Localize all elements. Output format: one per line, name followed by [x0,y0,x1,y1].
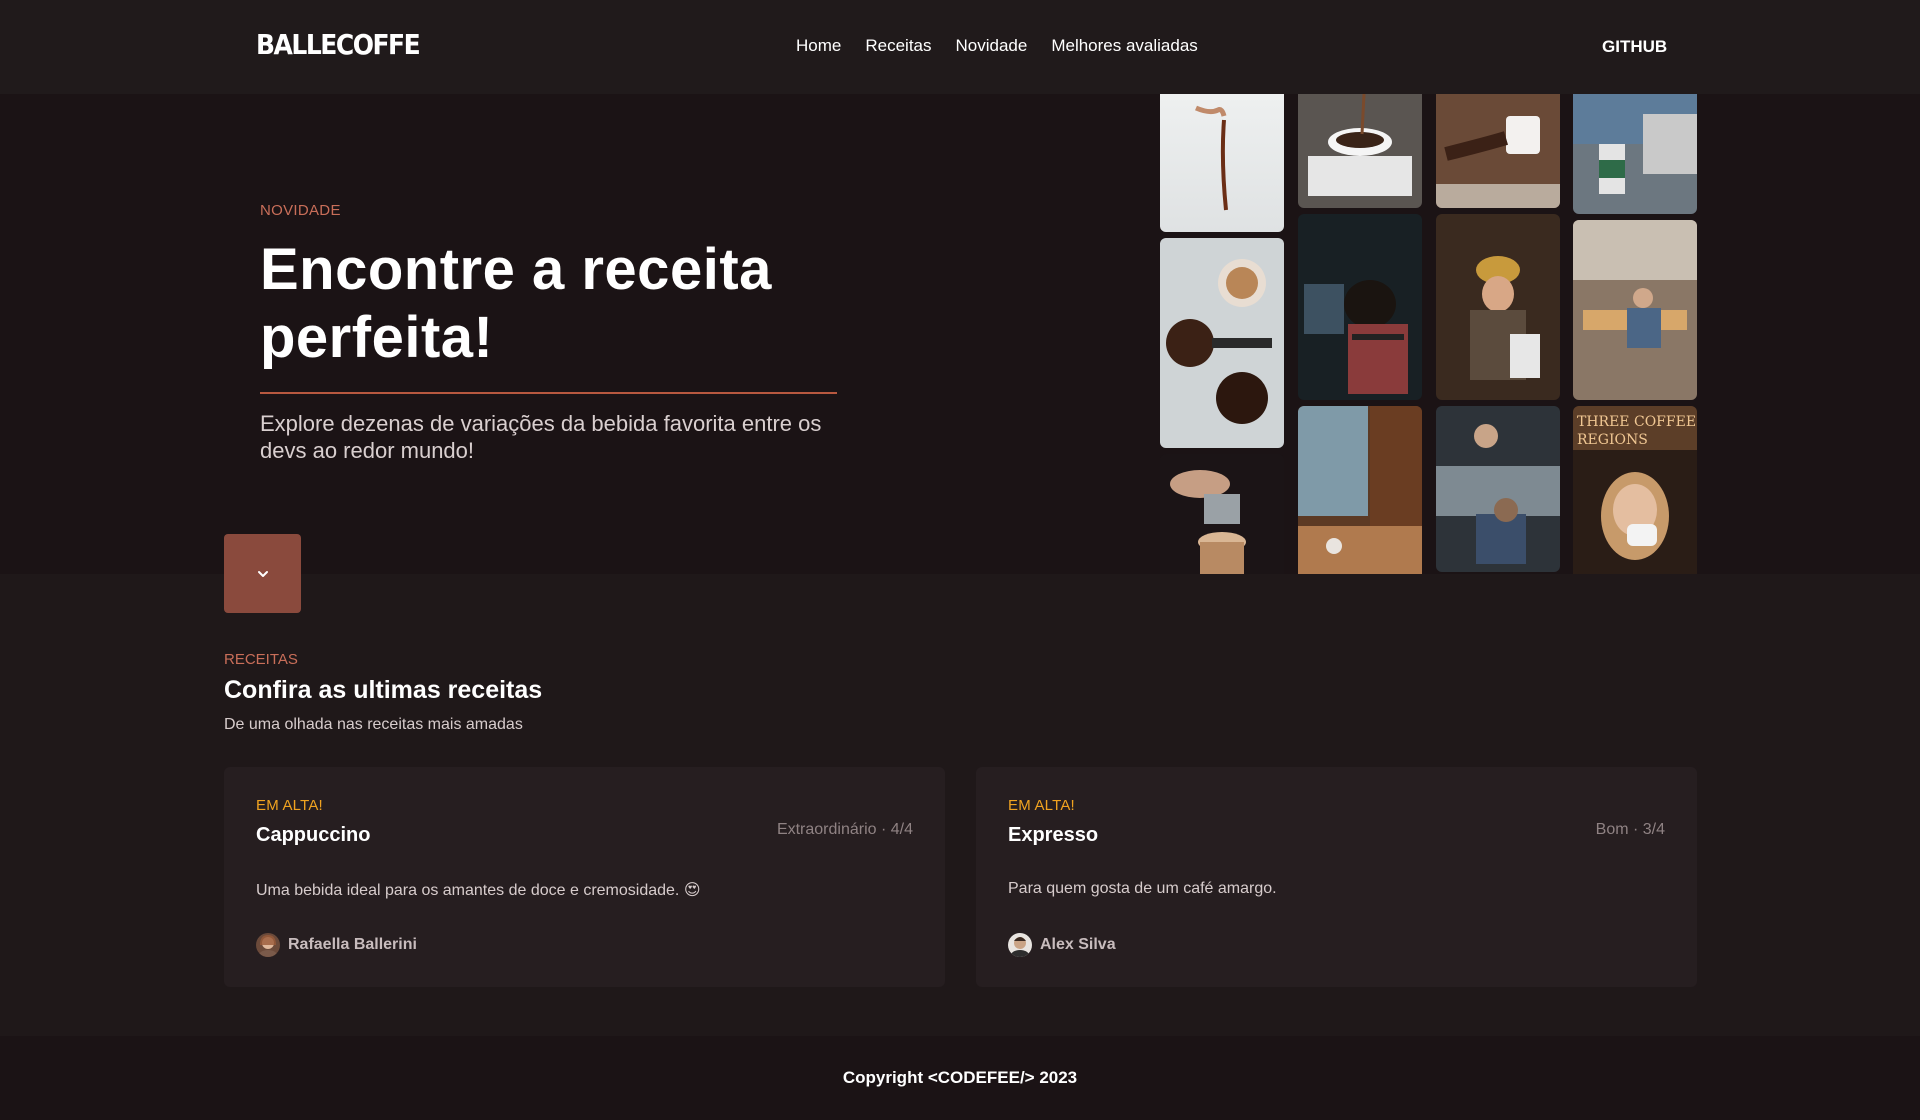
scroll-down-button[interactable] [224,534,301,613]
recipes-title: Confira as ultimas receitas [224,676,543,704]
hero-subtitle: Explore dezenas de variações da bebida f… [260,411,822,463]
copyright-text: Copyright <CODEFEE/> 2023 [842,1068,1078,1087]
photo-takeaway-cup [1573,94,1697,214]
recipe-author[interactable]: Alex Silva [1008,933,1116,957]
photo-cup-beans [1298,94,1422,208]
github-link[interactable]: GITHUB [1602,37,1667,57]
photo-coworking [1573,220,1697,400]
author-name: Alex Silva [1040,936,1116,953]
recipe-author[interactable]: Rafaella Ballerini [256,933,417,957]
hero-section: NOVIDADE Encontre a receita perfeita! Ex… [0,94,1920,574]
photo-coffee-shop-people [1436,406,1560,572]
photo-portafilters [1160,238,1284,448]
author-name: Rafaella Ballerini [288,936,417,953]
trending-badge: EM ALTA! [1008,797,1075,814]
svg-text:REGIONS: REGIONS [1577,432,1648,448]
photo-coffee-pour [1160,94,1284,232]
brand-logo[interactable]: BALLECOFFE [256,29,421,61]
nav-link-home[interactable]: Home [796,36,841,56]
photo-developer-laptop [1298,214,1422,400]
top-navbar: BALLECOFFE Home Receitas Novidade Melhor… [0,0,1920,94]
recipe-name[interactable]: Expresso [1008,824,1098,847]
recipes-kicker: RECEITAS [224,651,298,668]
main-nav: Home Receitas Novidade Melhores avaliada… [796,36,1198,56]
recipe-name[interactable]: Cappuccino [256,824,370,847]
photo-latte-pour [1160,454,1284,574]
nav-link-novidade[interactable]: Novidade [956,36,1028,56]
photo-woman-drinking: THREE COFFEE REGIONS [1573,406,1697,574]
recipes-subtitle: De uma olhada nas receitas mais amadas [224,716,523,733]
recipe-rating: Extraordinário · 4/4 [776,821,913,838]
nav-link-melhores-avaliadas[interactable]: Melhores avaliadas [1051,36,1197,56]
chevron-down-icon [257,570,268,577]
recipe-card-expresso[interactable]: EM ALTA! Expresso Bom · 3/4 Para quem go… [976,767,1697,987]
footer: Copyright <CODEFEE/> 2023 [0,1036,1920,1120]
recipe-rating: Bom · 3/4 [1595,821,1665,838]
hero-kicker: NOVIDADE [260,202,341,219]
nav-link-receitas[interactable]: Receitas [865,36,931,56]
hero-title: Encontre a receita perfeita! [260,237,772,370]
hero-divider [260,392,837,394]
avatar [256,933,280,957]
photo-barista [1436,214,1560,400]
recipe-description: Para quem gosta de um café amargo. [1008,880,1277,897]
recipe-description: Uma bebida ideal para os amantes de doce… [256,882,701,899]
recipe-card-cappuccino[interactable]: EM ALTA! Cappuccino Extraordinário · 4/4… [224,767,945,987]
photo-cafe-window [1298,406,1422,574]
trending-badge: EM ALTA! [256,797,323,814]
photo-hand-cup [1436,94,1560,208]
avatar [1008,933,1032,957]
svg-text:THREE COFFEE: THREE COFFEE [1577,414,1696,430]
